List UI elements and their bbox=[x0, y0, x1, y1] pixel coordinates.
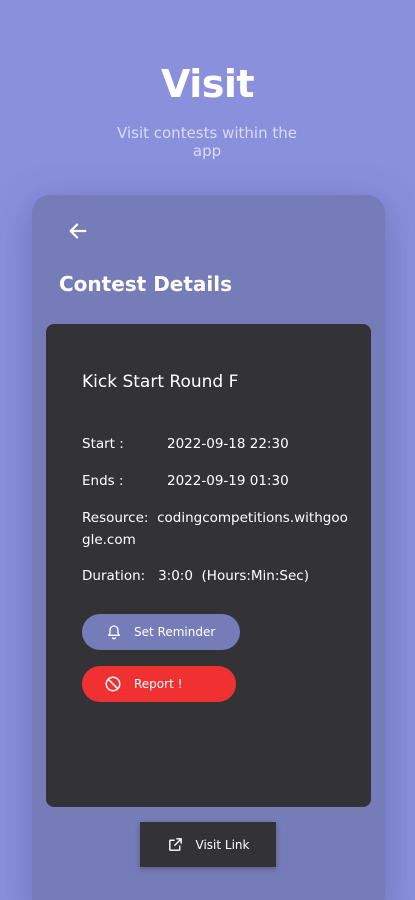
duration-value: 3:0:0 bbox=[158, 568, 193, 584]
arrow-left-icon bbox=[69, 223, 87, 239]
external-link-icon bbox=[167, 836, 184, 853]
visit-link-button[interactable]: Visit Link bbox=[140, 822, 276, 867]
bell-icon bbox=[106, 624, 122, 640]
start-label: Start : bbox=[82, 436, 124, 452]
ends-label: Ends : bbox=[82, 473, 124, 489]
duration-label: Duration: bbox=[82, 568, 146, 584]
set-reminder-button[interactable]: Set Reminder bbox=[82, 614, 240, 650]
ends-row: Ends : 2022-09-19 01:30 bbox=[82, 470, 289, 492]
contest-card: Kick Start Round F Start : 2022-09-18 22… bbox=[46, 324, 371, 807]
start-value: 2022-09-18 22:30 bbox=[167, 436, 289, 452]
start-row: Start : 2022-09-18 22:30 bbox=[82, 433, 289, 455]
resource-row: Resource: codingcompetitions.withgoogle.… bbox=[82, 507, 352, 551]
set-reminder-label: Set Reminder bbox=[134, 625, 216, 639]
block-icon bbox=[104, 675, 122, 693]
back-button[interactable] bbox=[62, 215, 94, 247]
duration-unit: (Hours:Min:Sec) bbox=[201, 568, 309, 584]
visit-link-label: Visit Link bbox=[195, 837, 250, 852]
report-button[interactable]: Report ! bbox=[82, 666, 236, 702]
report-label: Report ! bbox=[134, 677, 183, 691]
duration-row: Duration: 3:0:0 (Hours:Min:Sec) bbox=[82, 565, 309, 587]
contest-name: Kick Start Round F bbox=[82, 372, 239, 392]
resource-label: Resource: bbox=[82, 510, 149, 526]
promo-subtitle: Visit contests within the app bbox=[117, 124, 297, 160]
phone-screen: Contest Details Kick Start Round F Start… bbox=[32, 195, 385, 900]
page-title: Contest Details bbox=[59, 272, 233, 296]
ends-value: 2022-09-19 01:30 bbox=[167, 473, 289, 489]
promo-title: Visit bbox=[160, 62, 255, 106]
